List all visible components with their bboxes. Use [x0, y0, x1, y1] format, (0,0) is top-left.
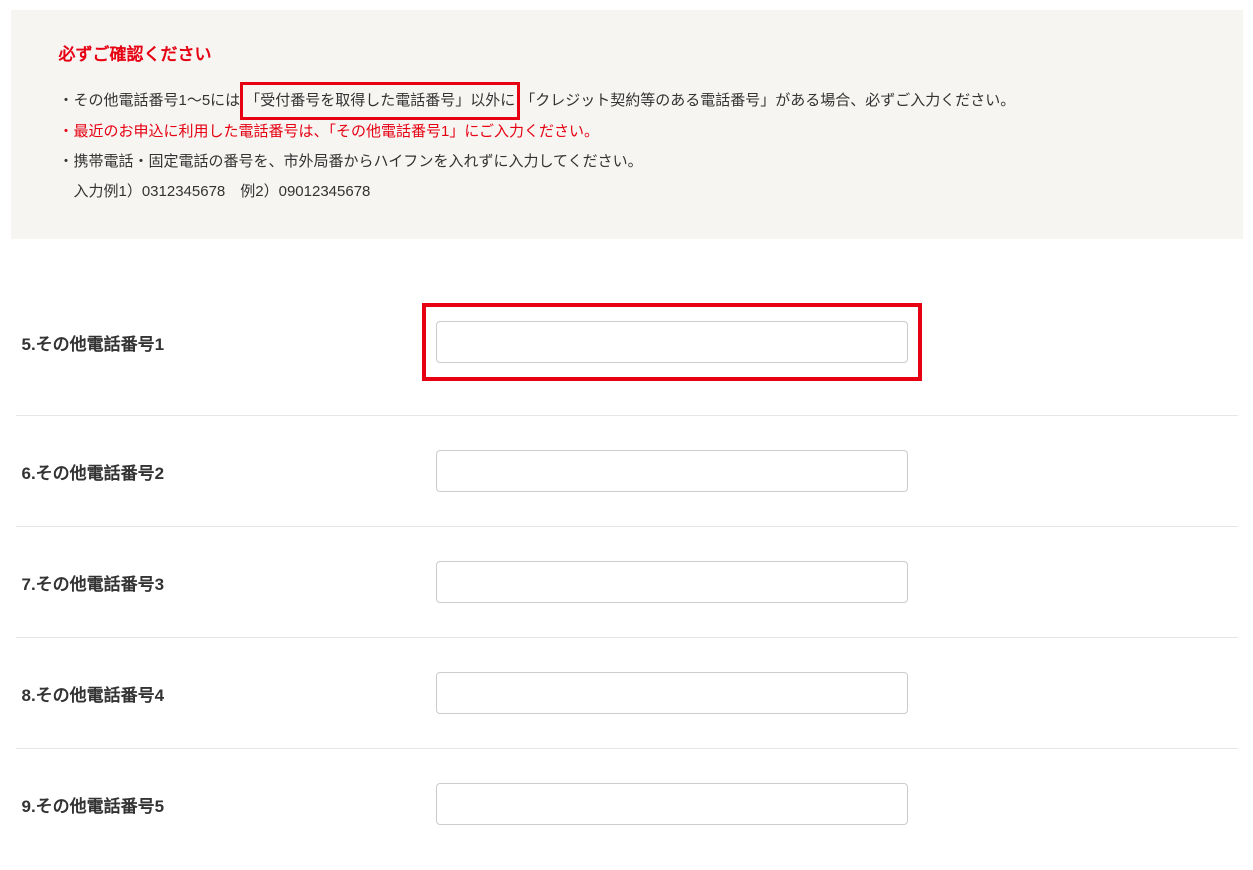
notice-item-1-boxed: 「受付番号を取得した電話番号」以外に	[240, 82, 520, 120]
form-row-6: 6.その他電話番号2	[16, 416, 1238, 527]
notice-title: 必ずご確認ください	[59, 40, 1195, 65]
input-phone-1[interactable]	[436, 321, 908, 363]
input-wrap-1	[436, 303, 1238, 381]
notice-item-4: 入力例1）0312345678 例2）09012345678	[59, 177, 1195, 207]
label-phone-5: 9.その他電話番号5	[16, 792, 436, 817]
label-phone-3: 7.その他電話番号3	[16, 570, 436, 595]
input-wrap-3	[436, 561, 1238, 603]
input-phone-2[interactable]	[436, 450, 908, 492]
input-wrap-2	[436, 450, 1238, 492]
input-wrap-5	[436, 783, 1238, 825]
highlight-box	[422, 303, 922, 381]
label-phone-2: 6.その他電話番号2	[16, 459, 436, 484]
form-row-9: 9.その他電話番号5	[16, 749, 1238, 859]
input-phone-3[interactable]	[436, 561, 908, 603]
notice-list: ・その他電話番号1～5には「受付番号を取得した電話番号」以外に「クレジット契約等…	[59, 85, 1195, 207]
form-section: 5.その他電話番号1 6.その他電話番号2 7.その他電話番号3 8.その他電話…	[11, 269, 1243, 859]
input-phone-4[interactable]	[436, 672, 908, 714]
notice-item-2: ・最近のお申込に利用した電話番号は、「その他電話番号1」にご入力ください。	[59, 117, 1195, 147]
form-row-8: 8.その他電話番号4	[16, 638, 1238, 749]
notice-item-3: ・携帯電話・固定電話の番号を、市外局番からハイフンを入れずに入力してください。	[59, 147, 1195, 177]
notice-item-1-suffix: 「クレジット契約等のある電話番号」がある場合、必ずご入力ください。	[520, 92, 1015, 109]
input-wrap-4	[436, 672, 1238, 714]
form-row-7: 7.その他電話番号3	[16, 527, 1238, 638]
form-row-5: 5.その他電話番号1	[16, 269, 1238, 416]
label-phone-4: 8.その他電話番号4	[16, 681, 436, 706]
notice-item-1: ・その他電話番号1～5には「受付番号を取得した電話番号」以外に「クレジット契約等…	[59, 85, 1195, 117]
notice-box: 必ずご確認ください ・その他電話番号1～5には「受付番号を取得した電話番号」以外…	[11, 10, 1243, 239]
notice-item-1-prefix: ・その他電話番号1～5には	[59, 92, 241, 109]
input-phone-5[interactable]	[436, 783, 908, 825]
label-phone-1: 5.その他電話番号1	[16, 330, 436, 355]
